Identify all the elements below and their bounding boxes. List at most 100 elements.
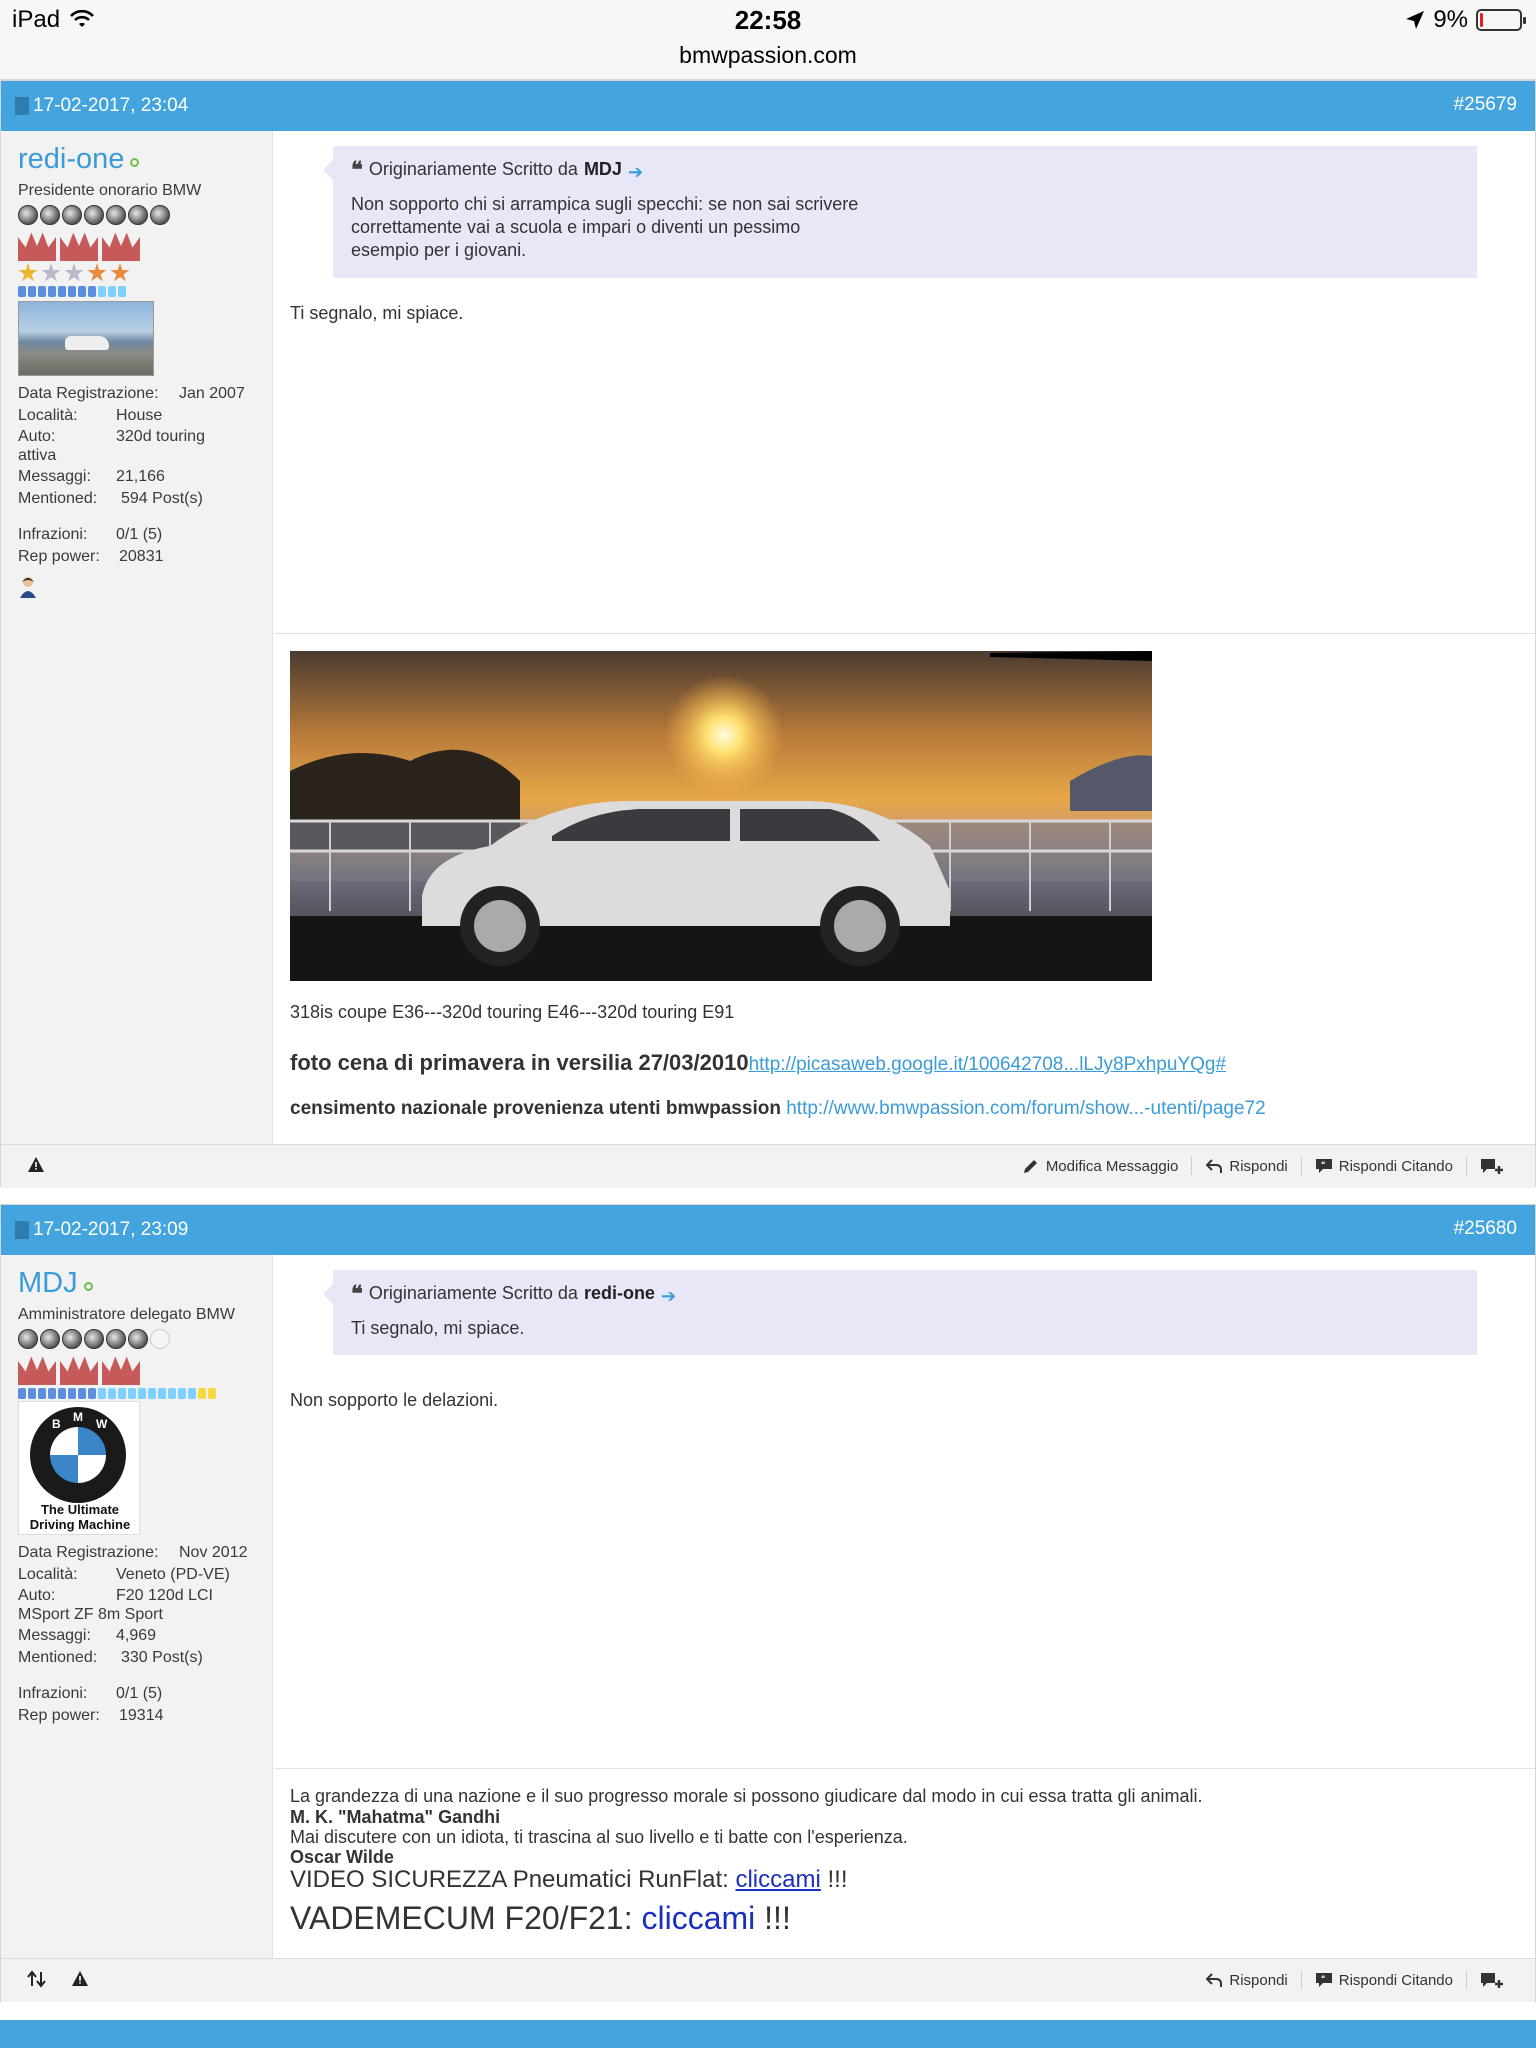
reply-button[interactable]: Rispondi: [1192, 1971, 1300, 1989]
signature-census-line: censimento nazionale provenienza utenti …: [290, 1098, 1266, 1120]
rep-pip: [118, 286, 126, 297]
username-link[interactable]: MDJ: [18, 1267, 272, 1300]
stat-value: MSport ZF 8m Sport: [18, 1606, 163, 1623]
signature-image: [290, 651, 1152, 981]
picasa-link[interactable]: http://picasaweb.google.it/100642708...l…: [749, 1054, 1226, 1075]
quote-header: ❝ Originariamente Scritto da MDJ ➔: [351, 156, 1459, 183]
rep-pip: [88, 286, 96, 297]
reply-quote-label: Rispondi Citando: [1338, 1157, 1453, 1175]
rank-icon: [128, 1329, 148, 1349]
signature-photo-line: foto cena di primavera in versilia 27/03…: [290, 1050, 1226, 1076]
quote-text: Non sopporto chi si arrampica sugli spec…: [351, 194, 859, 260]
post-number-link[interactable]: #25680: [1454, 1218, 1517, 1240]
reputation-bar: [18, 1388, 272, 1399]
reply-quote-button[interactable]: ❝ Rispondi Citando: [1300, 1157, 1466, 1175]
stat-label: Mentioned:: [18, 1649, 98, 1666]
census-link[interactable]: http://www.bmwpassion.com/forum/show...-…: [786, 1098, 1265, 1119]
rank-icon: [84, 205, 104, 225]
warning-icon[interactable]: [71, 1970, 89, 1988]
sort-icon[interactable]: [27, 1970, 47, 1988]
quote-author: redi-one: [583, 1283, 655, 1303]
rep-pip: [88, 1388, 96, 1399]
post-25679: 17-02-2017, 23:04 #25679 redi-one Presid…: [0, 80, 1536, 1188]
reply-button[interactable]: Rispondi: [1191, 1157, 1300, 1175]
multi-quote-button[interactable]: [1466, 1157, 1517, 1175]
crown-icon: [18, 232, 56, 261]
post-footer: Rispondi ❝ Rispondi Citando: [1, 1958, 1535, 2002]
crown-icon: [102, 1356, 140, 1385]
crown-icon: [18, 1356, 56, 1385]
rank-icon: [150, 1329, 170, 1349]
rank-medals: [18, 205, 272, 225]
rep-pip: [118, 1388, 126, 1399]
post-header: 17-02-2017, 23:04 #25679: [1, 81, 1535, 131]
rank-icon: [62, 205, 82, 225]
sunset-car-photo: [290, 651, 1152, 981]
reputation-bar: [18, 286, 272, 297]
stat-row: Rep power: 19314: [18, 1705, 272, 1727]
arrow-right-icon[interactable]: ➔: [661, 1286, 676, 1307]
user-avatar[interactable]: B M W The Ultimate Driving Machine: [18, 1401, 140, 1535]
post-25680: 17-02-2017, 23:09 #25680 MDJ Amministrat…: [0, 1204, 1536, 2002]
rep-pip: [168, 1388, 176, 1399]
multi-quote-button[interactable]: [1466, 1971, 1517, 1989]
rep-pip: [98, 286, 106, 297]
user-icon[interactable]: [18, 576, 38, 598]
quote-author: MDJ: [583, 159, 622, 179]
username-link[interactable]: redi-one: [18, 143, 272, 176]
reply-quote-icon: ❝: [1315, 1159, 1332, 1173]
pencil-icon: [1023, 1160, 1037, 1173]
username[interactable]: MDJ: [18, 1267, 78, 1300]
username[interactable]: redi-one: [18, 143, 124, 176]
post-date: 17-02-2017, 23:04: [15, 95, 188, 117]
signature-vademecum-line: VADEMECUM F20/F21: cliccami !!!: [290, 1900, 791, 1937]
stat-row: Auto: 320d touring: [18, 427, 272, 446]
warning-icon[interactable]: [27, 1156, 45, 1174]
rep-pip: [198, 1388, 206, 1399]
star-icon: [110, 263, 130, 282]
reply-quote-button[interactable]: ❝ Rispondi Citando: [1300, 1971, 1466, 1989]
rep-pip: [138, 1388, 146, 1399]
arrow-right-icon[interactable]: ➔: [628, 162, 643, 183]
rep-pip: [48, 286, 56, 297]
address-bar-url[interactable]: bmwpassion.com: [0, 42, 1536, 69]
stat-label: Località:: [18, 407, 78, 424]
post-number-link[interactable]: #25679: [1454, 94, 1517, 116]
stat-label: Data Registrazione:: [18, 385, 159, 402]
online-status-icon: [130, 158, 140, 167]
user-avatar[interactable]: [18, 301, 154, 376]
rank-medals: [18, 1329, 272, 1349]
reply-label: Rispondi: [1229, 1971, 1288, 1989]
quote-prefix: Originariamente Scritto da: [368, 159, 578, 179]
stat-row: Data Registrazione: Nov 2012: [18, 1542, 272, 1564]
stat-label: Infrazioni:: [18, 1685, 88, 1702]
battery-percent: 9%: [1433, 6, 1468, 33]
vademecum-cliccami-link[interactable]: cliccami: [641, 1900, 755, 1936]
stat-value: attiva: [18, 447, 57, 464]
signature-quote-1: La grandezza di una nazione e il suo pro…: [290, 1786, 1203, 1806]
signature-quote-2: Mai discutere con un idiota, ti trascina…: [290, 1827, 908, 1847]
quote-header: ❝ Originariamente Scritto da redi-one ➔: [351, 1280, 1459, 1307]
stat-label: Località:: [18, 1566, 78, 1583]
rep-pip: [108, 286, 116, 297]
footer-actions: Rispondi ❝ Rispondi Citando: [1192, 1971, 1517, 1989]
post-date-text: 17-02-2017, 23:04: [33, 95, 189, 116]
avatar-caption: The Ultimate Driving Machine: [19, 1502, 141, 1532]
stat-value: Jan 2007: [179, 385, 245, 402]
edit-post-button[interactable]: Modifica Messaggio: [1009, 1157, 1192, 1175]
stat-value: 4,969: [116, 1627, 157, 1644]
status-right: 9%: [1405, 6, 1526, 34]
post-footer: Modifica Messaggio Rispondi ❝ Rispondi C…: [1, 1144, 1535, 1188]
video-cliccami-link[interactable]: cliccami: [735, 1866, 820, 1893]
rep-pip: [128, 1388, 136, 1399]
location-arrow-icon: [1406, 11, 1425, 29]
rep-pip: [68, 286, 76, 297]
rep-pip: [178, 1388, 186, 1399]
stat-value: 0/1 (5): [116, 1685, 163, 1702]
rank-icon: [106, 1329, 126, 1349]
rep-pip: [188, 1388, 196, 1399]
user-info-panel: MDJ Amministratore delegato BMW B M W Th…: [1, 1255, 273, 1958]
stat-row: MSport ZF 8m Sport: [18, 1605, 272, 1625]
quote-prefix: Originariamente Scritto da: [368, 1283, 578, 1303]
